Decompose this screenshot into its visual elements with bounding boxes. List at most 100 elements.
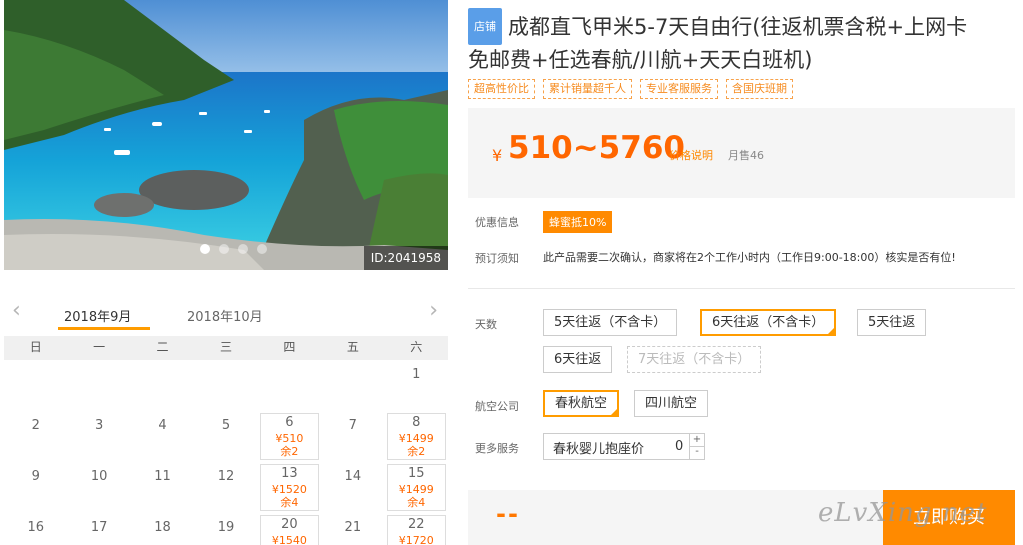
booking-notice: 此产品需要二次确认，商家将在2个工作小时内（工作日9:00-18:00）核实是否… [543, 251, 956, 264]
currency-symbol: ¥ [492, 146, 503, 165]
feature-tag: 专业客服服务 [640, 79, 718, 99]
service-name: 春秋婴儿抱座价 [553, 442, 645, 457]
decrement-button[interactable]: - [689, 446, 704, 459]
calendar-day-available[interactable]: 20 ¥1540 [258, 513, 321, 545]
feature-tag: 累计销量超千人 [543, 79, 632, 99]
price-explain-link[interactable]: 价格说明 [669, 147, 713, 163]
active-month-underline [58, 327, 150, 330]
infant-seat-stepper[interactable]: 春秋婴儿抱座价 0 + - [543, 433, 705, 460]
calendar-day: 14 [321, 462, 384, 513]
watermark: eLvXing.net [818, 498, 988, 528]
calendar-day [131, 360, 194, 411]
feature-tag: 含国庆班期 [726, 79, 793, 99]
product-photo[interactable]: ID:2041958 [4, 0, 448, 270]
quantity-value[interactable]: 0 [675, 439, 683, 454]
photo-id-label: ID:2041958 [363, 246, 448, 270]
option-airline-sichuan[interactable]: 四川航空 [634, 390, 709, 417]
calendar-day: 1 [385, 360, 448, 411]
more-services-label: 更多服务 [475, 442, 519, 455]
calendar-day: 5 [194, 411, 257, 462]
carousel-dots[interactable] [200, 244, 267, 254]
product-title: 店铺 成都直飞甲米5-7天自由行(往返机票含税+上网卡 免邮费+任选春航/川航+天… [468, 8, 1018, 76]
carousel-dot[interactable] [238, 244, 248, 254]
notice-label: 预订须知 [475, 252, 519, 265]
calendar-day [258, 360, 321, 411]
day-box [259, 413, 320, 460]
calendar-day-available[interactable]: 15 ¥1499 余4 [385, 462, 448, 513]
price-range: 510~5760 [508, 130, 685, 166]
price-panel: ¥ 510~5760 价格说明 月售46 [468, 108, 1015, 198]
title-line-2: 免邮费+任选春航/川航+天天白班机) [468, 48, 813, 72]
month-tab-september[interactable]: 2018年9月 [64, 306, 131, 325]
monthly-sales: 月售46 [728, 149, 764, 162]
calendar-day: 10 [67, 462, 130, 513]
feature-tag: 超高性价比 [468, 79, 535, 99]
feature-tags: 超高性价比 累计销量超千人 专业客服服务 含国庆班期 [468, 79, 793, 99]
calendar-day: 4 [131, 411, 194, 462]
carousel-dot[interactable] [200, 244, 210, 254]
beach-photo [4, 0, 448, 270]
day-box [386, 515, 446, 545]
days-label: 天数 [475, 318, 497, 331]
carousel-dot[interactable] [219, 244, 229, 254]
calendar-month-nav: ‹ 2018年9月 2018年10月 › [4, 296, 448, 336]
option-days-7-no-card[interactable]: 7天往返（不含卡） [627, 346, 762, 373]
calendar-day: 2 [4, 411, 67, 462]
calendar-day-available[interactable]: 8 ¥1499 余2 [385, 411, 448, 462]
day-number: 2 [31, 418, 40, 433]
title-line-1: 成都直飞甲米5-7天自由行(往返机票含税+上网卡 [508, 15, 968, 39]
day-number: 3 [94, 418, 104, 433]
day-number: 21 [344, 520, 362, 535]
calendar-day-available[interactable]: 22 ¥1720 [385, 513, 448, 545]
calendar-weekday-header: 日 一 二 三 四 五 六 [4, 336, 448, 360]
day-number: 19 [217, 520, 235, 535]
divider [468, 288, 1015, 289]
calendar-week-row: 9 10 11 12 13 ¥1520 余4 14 15 ¥1499 余4 [4, 462, 448, 513]
calendar-day: 3 [67, 411, 130, 462]
day-number: 4 [158, 418, 167, 433]
calendar-day-available[interactable]: 13 ¥1520 余4 [258, 462, 321, 513]
discount-badge: 蜂蜜抵10% [543, 211, 613, 233]
calendar-day [67, 360, 130, 411]
calendar-week-row: 16 17 18 19 20 ¥1540 21 22 ¥1720 [4, 513, 448, 545]
option-days-6[interactable]: 6天往返 [543, 346, 613, 373]
option-airline-spring[interactable]: 春秋航空 [543, 390, 620, 417]
calendar-day: 12 [194, 462, 257, 513]
weekday-label: 六 [410, 340, 423, 354]
day-number: 9 [31, 469, 40, 484]
day-number: 12 [217, 469, 235, 484]
prev-month-arrow-icon[interactable]: ‹ [12, 300, 21, 322]
day-number: 16 [27, 520, 44, 535]
calendar-day: 7 [321, 411, 384, 462]
next-month-arrow-icon[interactable]: › [429, 300, 438, 322]
calendar-day [4, 360, 67, 411]
calendar-day: 19 [194, 513, 257, 545]
weekday-label: 一 [93, 340, 106, 354]
calendar-day: 17 [67, 513, 130, 545]
airline-label: 航空公司 [475, 400, 519, 413]
calendar-day: 16 [4, 513, 67, 545]
carousel-dot[interactable] [257, 244, 267, 254]
calendar-day: 21 [321, 513, 384, 545]
weekday-label: 三 [219, 340, 232, 354]
day-number: 10 [90, 469, 108, 484]
shop-badge[interactable]: 店铺 [468, 8, 502, 45]
option-days-5-no-card[interactable]: 5天往返（不含卡） [543, 309, 678, 336]
calendar-day: 18 [131, 513, 194, 545]
option-days-6-no-card[interactable]: 6天往返（不含卡） [700, 309, 837, 336]
calendar-day [321, 360, 384, 411]
day-number: 11 [154, 469, 171, 484]
day-box [259, 464, 320, 511]
option-days-5[interactable]: 5天往返 [857, 309, 927, 336]
calendar-week-row: 1 [4, 360, 448, 411]
weekday-label: 四 [283, 340, 296, 354]
calendar-grid: 1 2 3 4 5 6 ¥510 余2 7 8 ¥1499 余2 9 10 11 12 13 ¥1520 余4 14 1… [4, 360, 448, 545]
calendar-day: 9 [4, 462, 67, 513]
month-tab-october[interactable]: 2018年10月 [187, 306, 263, 325]
weekday-label: 五 [346, 340, 359, 354]
total-price: -- [496, 500, 520, 528]
day-number: 14 [344, 469, 362, 484]
day-box [259, 515, 320, 545]
calendar-day-available[interactable]: 6 ¥510 余2 [258, 411, 321, 462]
day-number: 7 [348, 418, 357, 433]
